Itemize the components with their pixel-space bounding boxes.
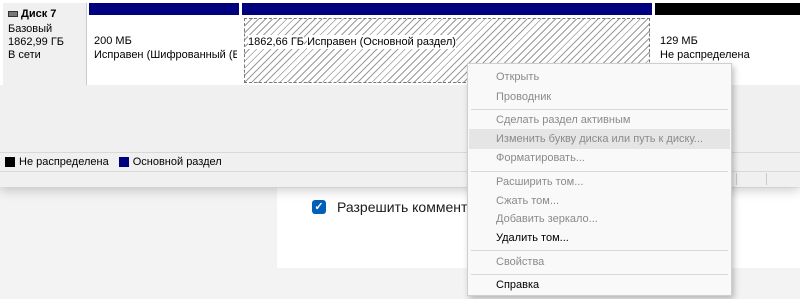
partition-type-bar <box>89 3 239 15</box>
menu-item-add-mirror: Добавить зеркало... <box>496 213 598 225</box>
partition-type-bar <box>242 3 652 15</box>
allow-comments-checkbox[interactable]: ✓ <box>312 200 326 214</box>
legend-label-primary: Основной раздел <box>132 156 222 168</box>
menu-item-help[interactable]: Справка <box>469 275 730 295</box>
menu-item-properties: Свойства <box>496 256 545 268</box>
partition-efi[interactable]: 200 МБ Исправен (Шифрованный (EF <box>89 3 239 85</box>
status-bar-segment <box>736 173 737 185</box>
disk-header[interactable]: Диск 7 Базовый 1862,99 ГБ В сети <box>3 3 87 85</box>
disk-title: Диск 7 <box>8 8 56 20</box>
menu-item-change-drive-letter: Изменить букву диска или путь к диску... <box>469 129 730 149</box>
legend-swatch-primary <box>118 157 129 167</box>
legend-label-unallocated: Не распределена <box>19 156 109 168</box>
menu-item-delete-volume[interactable]: Удалить том... <box>469 228 730 248</box>
disk-status: В сети <box>8 49 41 61</box>
partition-status: Исправен (Основной раздел) <box>307 35 456 49</box>
menu-separator <box>471 250 728 251</box>
menu-item-mark-active: Сделать раздел активным <box>496 114 631 126</box>
menu-item-explorer: Проводник <box>496 91 552 103</box>
partition-size: 200 МБ <box>94 35 132 47</box>
allow-comments-label: Разрешить комментар <box>337 199 483 215</box>
menu-item-format: Форматировать... <box>496 152 585 164</box>
disk-name: Диск 7 <box>21 8 57 20</box>
status-bar-segment <box>766 173 767 185</box>
disk-icon <box>8 11 18 17</box>
partition-status: Исправен (Шифрованный (EF <box>94 49 237 61</box>
context-menu: Открыть Проводник Сделать раздел активны… <box>467 63 732 296</box>
partition-type-bar <box>655 3 800 15</box>
partition-status: Не распределена <box>660 49 750 61</box>
allow-comments-option[interactable]: ✓ Разрешить комментар <box>312 199 483 215</box>
menu-item-shrink-volume: Сжать том... <box>496 195 560 207</box>
disk-size: 1862,99 ГБ <box>8 36 64 48</box>
partition-size: 129 МБ <box>660 35 698 47</box>
menu-item-extend-volume: Расширить том... <box>496 176 584 188</box>
partition-size: 1862,66 ГБ <box>248 35 304 49</box>
disk-type: Базовый <box>8 23 53 35</box>
menu-item-open: Открыть <box>496 71 540 83</box>
legend-swatch-unallocated <box>5 157 15 167</box>
